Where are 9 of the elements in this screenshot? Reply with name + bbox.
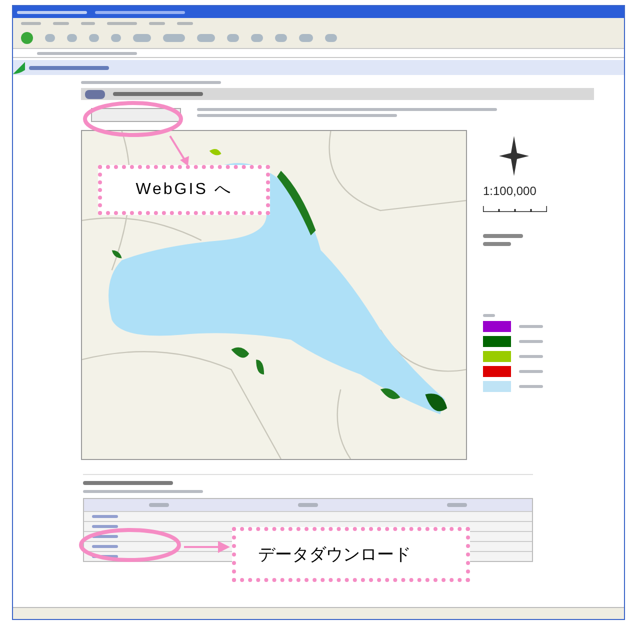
callout-text: WebGIS へ: [136, 180, 232, 200]
map-scale: 1:100,000: [483, 183, 536, 200]
webgis-button[interactable]: [91, 108, 181, 122]
compass-icon: [499, 136, 529, 176]
address-bar[interactable]: [13, 48, 624, 58]
arrow: [184, 541, 230, 553]
scale-bar-icon: [483, 206, 547, 212]
callout-text: データダウンロード: [258, 544, 411, 566]
leaf-icon: [13, 62, 25, 74]
